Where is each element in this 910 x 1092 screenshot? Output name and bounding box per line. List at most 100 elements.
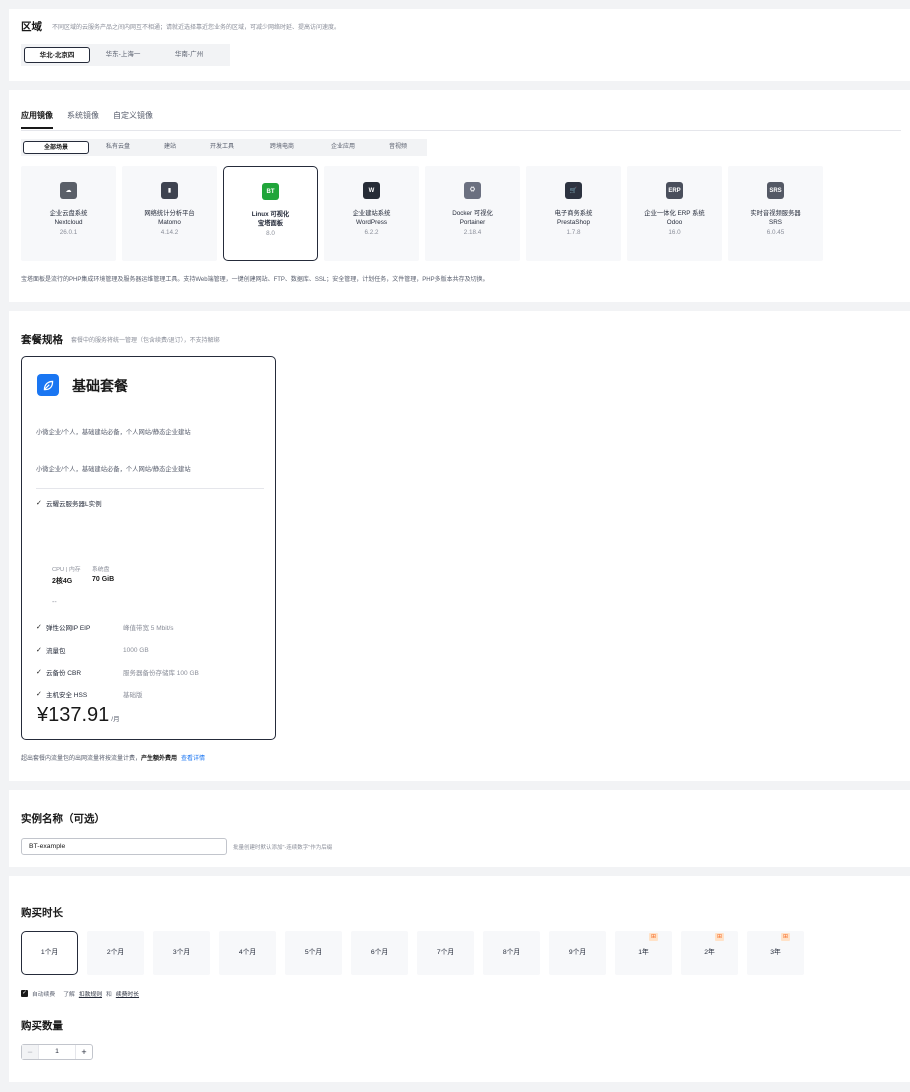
card-version: 8.0 — [266, 230, 275, 237]
feature-label: 弹性公网IP EIP — [46, 625, 91, 632]
note-bold: 产生额外费用 — [141, 756, 178, 762]
duration-option[interactable]: 3个月 — [153, 931, 210, 975]
duration-option[interactable]: 1年 ⊞ — [615, 931, 672, 975]
duration-options: 1个月 2个月 3个月 4个月 5个月 6个月 7个月 8个月 9个月 1年 ⊞ 2年 ⊞ 3年 ⊞ — [21, 931, 804, 975]
image-card[interactable]: BT Linux 可视化 宝塔面板 8.0 — [223, 166, 318, 261]
auto-renew: ✓ 自动续费 了解 扣款规则 和 续费时长 — [21, 989, 139, 998]
feature-eip: ✓ 弹性公网IP EIP 峰值带宽 5 Mbit/s — [36, 622, 174, 632]
card-name-line1: 企业建站系统 — [352, 210, 391, 217]
check-icon: ✓ — [36, 669, 42, 676]
region-tab-guangzhou[interactable]: 华南-广州 — [156, 47, 222, 63]
scene-tab-devtools[interactable]: 开发工具 — [193, 141, 251, 154]
scene-tab-website[interactable]: 建站 — [147, 141, 193, 154]
note-text: 超出套餐内流量包的出网流量将按流量计费， — [21, 756, 142, 762]
duration-option[interactable]: 9个月 — [549, 931, 606, 975]
card-name-line1: 电子商务系统 — [554, 210, 593, 217]
leaf-icon — [37, 374, 59, 396]
package-title: 套餐规格 — [21, 334, 63, 346]
view-details-link[interactable]: 查看详情 — [181, 756, 205, 762]
auto-renew-label: 自动续费 — [32, 992, 56, 998]
deduction-rules-link[interactable]: 扣款规则 — [79, 989, 102, 998]
duration-option[interactable]: 6个月 — [351, 931, 408, 975]
duration-option-label: 5个月 — [304, 949, 323, 956]
erp-icon: ERP — [666, 182, 683, 199]
region-tab-shanghai1[interactable]: 华东-上海一 — [90, 47, 156, 63]
feature-traffic: ✓ 流量包 1000 GB — [36, 645, 149, 656]
image-section: 应用镜像 系统镜像 自定义镜像 全部场景 私有云盘 建站 开发工具 跨境电商 企… — [9, 90, 910, 302]
decrement-button[interactable]: − — [22, 1045, 38, 1059]
duration-option-label: 9个月 — [568, 949, 587, 956]
price-amount: ¥137.91 — [37, 704, 110, 726]
feature-hss: ✓ 主机安全 HSS 基础版 — [36, 689, 143, 699]
image-card[interactable]: 🛒 电子商务系统 PrestaShop 1.7.8 — [526, 166, 621, 261]
cloud-icon: ☁ — [60, 182, 77, 199]
bar-chart-icon: ▮ — [161, 182, 178, 199]
package-divider — [36, 488, 264, 489]
tab-divider — [21, 130, 901, 131]
instance-name-input[interactable]: BT-example — [21, 838, 227, 855]
image-card[interactable]: W 企业建站系统 WordPress 6.2.2 — [324, 166, 419, 261]
duration-option-label: 7个月 — [436, 949, 455, 956]
scene-tab-enterprise[interactable]: 企业应用 — [313, 141, 373, 154]
image-card[interactable]: ⛭ Docker 可视化 Portainer 2.18.4 — [425, 166, 520, 261]
spec-label-cpu: CPU | 内存 — [52, 567, 81, 573]
duration-option[interactable]: 3年 ⊞ — [747, 931, 804, 975]
image-card[interactable]: ▮ 网络统计分析平台 Matomo 4.14.2 — [122, 166, 217, 261]
card-version: 2.18.4 — [463, 229, 482, 236]
duration-option[interactable]: 1个月 — [21, 931, 78, 975]
renewal-duration-link[interactable]: 续费时长 — [116, 989, 139, 998]
tab-system-image[interactable]: 系统镜像 — [67, 110, 99, 129]
feature-cbr: ✓ 云备份 CBR 服务器备份存储库 100 GB — [36, 667, 199, 677]
package-card[interactable]: 基础套餐 小微企业/个人，基础建站必备，个人网站/静态企业建站 小微企业/个人，… — [21, 356, 276, 740]
quantity-stepper: − 1 + — [21, 1044, 93, 1060]
image-card[interactable]: ERP 企业一体化 ERP 系统 Odoo 16.0 — [627, 166, 722, 261]
bt-icon: BT — [262, 183, 279, 200]
scene-tabs: 全部场景 私有云盘 建站 开发工具 跨境电商 企业应用 音视频 — [21, 139, 427, 156]
card-version: 1.7.8 — [566, 229, 581, 236]
feature-value: 1000 GB — [123, 646, 149, 654]
feature-label: 流量包 — [46, 648, 66, 655]
scene-tab-private-cloud[interactable]: 私有云盘 — [89, 141, 147, 154]
instance-name-section: 实例名称（可选） BT-example 批量创建时默认添加"-连续数字"作为后缀 — [9, 790, 910, 867]
card-name-line2: 宝塔面板 — [257, 220, 284, 227]
server-spec: CPU | 内存 系统盘 2核4G 70 GiB — [52, 564, 152, 586]
package-desc-2: 小微企业/个人，基础建站必备，个人网站/静态企业建站 — [36, 466, 191, 473]
package-hint: 套餐中的服务将统一管理（包含续费/退订），不支持解绑 — [71, 338, 220, 344]
price-unit: /月 — [111, 716, 120, 723]
region-tab-beijing4[interactable]: 华北-北京四 — [24, 47, 90, 63]
duration-option[interactable]: 7个月 — [417, 931, 474, 975]
wordpress-icon: W — [363, 182, 380, 199]
spec-label-disk: 系统盘 — [92, 567, 110, 573]
card-name-line2: Portainer — [459, 219, 486, 226]
instance-name-title: 实例名称（可选） — [21, 813, 105, 825]
scene-tab-ecommerce[interactable]: 跨境电商 — [251, 141, 313, 154]
scene-tab-av[interactable]: 音视频 — [373, 141, 423, 154]
check-icon: ✓ — [36, 500, 42, 507]
image-card[interactable]: SRS 实时音视频服务器 SRS 6.0.45 — [728, 166, 823, 261]
docker-icon: ⛭ — [464, 182, 481, 199]
card-version: 26.0.1 — [59, 229, 78, 236]
image-card[interactable]: ☁ 企业云盘系统 Nextcloud 26.0.1 — [21, 166, 116, 261]
duration-option[interactable]: 4个月 — [219, 931, 276, 975]
feature-value: 基础版 — [123, 692, 143, 699]
duration-option[interactable]: 8个月 — [483, 931, 540, 975]
scene-tab-all[interactable]: 全部场景 — [23, 141, 89, 154]
card-version: 6.0.45 — [766, 229, 785, 236]
package-note: 超出套餐内流量包的出网流量将按流量计费，产生额外费用 查看详情 — [21, 753, 205, 762]
auto-renew-checkbox[interactable]: ✓ — [21, 990, 28, 997]
card-name-line1: 网络统计分析平台 — [144, 210, 195, 217]
duration-option[interactable]: 5个月 — [285, 931, 342, 975]
gift-icon: ⊞ — [649, 933, 658, 941]
tab-app-image[interactable]: 应用镜像 — [21, 110, 53, 129]
spec-value-disk: 70 GiB — [92, 576, 115, 583]
duration-option[interactable]: 2个月 — [87, 931, 144, 975]
increment-button[interactable]: + — [76, 1047, 92, 1057]
quantity-value[interactable]: 1 — [38, 1045, 76, 1059]
card-version: 16.0 — [668, 229, 681, 236]
tab-custom-image[interactable]: 自定义镜像 — [113, 110, 153, 129]
duration-option[interactable]: 2年 ⊞ — [681, 931, 738, 975]
image-description: 宝塔面板是流行的PHP集成环境管理及服务器运维管理工具。支持Web端管理，一键创… — [21, 277, 489, 283]
learn-text: 了解 — [63, 992, 75, 998]
duration-option-label: 2个月 — [106, 949, 125, 956]
card-name-line1: Docker 可视化 — [452, 210, 493, 217]
